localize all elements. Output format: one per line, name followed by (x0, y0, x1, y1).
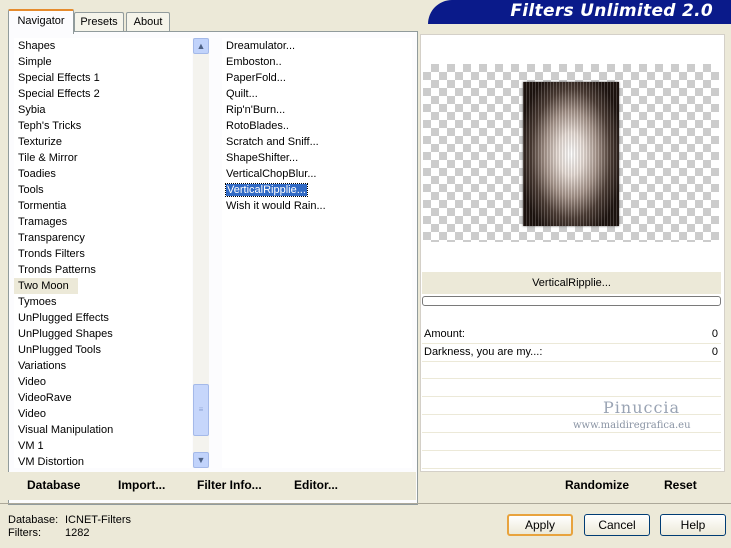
divider (0, 503, 731, 504)
filter-title: VerticalRipplie... (422, 272, 721, 294)
category-item[interactable]: Tramages (14, 214, 192, 230)
param-row-darkness[interactable]: Darkness, you are my...: 0 (422, 344, 721, 362)
param-value: 0 (711, 346, 718, 358)
category-item[interactable]: Toadies (14, 166, 192, 182)
app-title: Filters Unlimited 2.0 (510, 1, 713, 21)
filter-item-label: RotoBlades.. (226, 120, 289, 132)
watermark-name: Pinuccia (603, 398, 681, 417)
category-item[interactable]: UnPlugged Shapes (14, 326, 192, 342)
scroll-thumb[interactable]: ≡ (193, 384, 209, 436)
category-item[interactable]: Texturize (14, 134, 192, 150)
category-item[interactable]: VM 1 (14, 438, 192, 454)
filter-item[interactable]: VerticalChopBlur... (222, 166, 412, 182)
filter-item[interactable]: PaperFold... (222, 70, 412, 86)
filter-item-label: Emboston.. (226, 56, 282, 68)
scroll-down-button[interactable]: ▼ (193, 452, 209, 468)
scroll-up-button[interactable]: ▲ (193, 38, 209, 54)
import-button[interactable]: Import... (118, 478, 165, 492)
param-row-empty (422, 362, 721, 379)
param-label: Amount: (424, 328, 465, 340)
filter-item-label: Dreamulator... (226, 40, 296, 52)
cancel-button[interactable]: Cancel (584, 514, 650, 536)
category-item[interactable]: Tools (14, 182, 192, 198)
param-value: 0 (711, 328, 718, 340)
randomize-button[interactable]: Randomize (565, 478, 629, 492)
tab-navigator[interactable]: Navigator (8, 9, 74, 34)
filter-item[interactable]: Wish it would Rain... (222, 198, 412, 214)
tab-presets[interactable]: Presets (74, 12, 124, 32)
category-item[interactable]: Special Effects 1 (14, 70, 192, 86)
database-value: ICNET-Filters (65, 514, 131, 526)
database-button[interactable]: Database (27, 478, 80, 492)
category-scrollbar[interactable]: ▲ ≡ ▼ (193, 38, 209, 468)
apply-button[interactable]: Apply (507, 514, 573, 536)
category-item[interactable]: Visual Manipulation (14, 422, 192, 438)
filter-item-label: PaperFold... (226, 72, 286, 84)
param-row-empty (422, 452, 721, 469)
param-row-empty (422, 434, 721, 451)
filter-item-label: Rip'n'Burn... (226, 104, 286, 116)
category-item[interactable]: Tronds Patterns (14, 262, 192, 278)
database-label: Database: (8, 514, 59, 526)
category-item[interactable]: Variations (14, 358, 192, 374)
category-item[interactable]: UnPlugged Tools (14, 342, 192, 358)
category-item[interactable]: UnPlugged Effects (14, 310, 192, 326)
filter-item[interactable]: Quilt... (222, 86, 412, 102)
tab-about[interactable]: About (126, 12, 170, 32)
category-list[interactable]: Shapes Simple Special Effects 1 Special Eff… (14, 38, 192, 468)
filter-item-label: Quilt... (226, 88, 258, 100)
help-button[interactable]: Help (660, 514, 726, 536)
category-item[interactable]: Tile & Mirror (14, 150, 192, 166)
category-item[interactable]: Tymoes (14, 294, 192, 310)
param-row-empty (422, 380, 721, 397)
filter-item[interactable]: Rip'n'Burn... (222, 102, 412, 118)
filter-item[interactable]: VerticalRipplie... (222, 182, 412, 198)
preview-image (523, 82, 619, 226)
filters-count-label: Filters: (8, 527, 41, 539)
category-item[interactable]: Sybia (14, 102, 192, 118)
category-item[interactable]: Teph's Tricks (14, 118, 192, 134)
category-item[interactable]: Shapes (14, 38, 192, 54)
filter-item-label: ShapeShifter... (226, 152, 299, 164)
filter-item[interactable]: Emboston.. (222, 54, 412, 70)
category-item[interactable]: Video (14, 374, 192, 390)
category-item[interactable]: Two Moon (14, 278, 78, 294)
editor-button[interactable]: Editor... (294, 478, 338, 492)
category-item[interactable]: VM Distortion (14, 454, 192, 468)
filters-count-value: 1282 (65, 527, 90, 539)
filter-item[interactable]: ShapeShifter... (222, 150, 412, 166)
category-item[interactable]: Video (14, 406, 192, 422)
category-item[interactable]: Tormentia (14, 198, 192, 214)
category-item[interactable]: Tronds Filters (14, 246, 192, 262)
filter-item-label: VerticalRipplie... (225, 183, 308, 197)
reset-button[interactable]: Reset (664, 478, 697, 492)
progress-bar (422, 296, 721, 306)
filter-item-label: Wish it would Rain... (226, 200, 326, 212)
watermark-url: www.maidiregrafica.eu (573, 420, 691, 431)
filter-list[interactable]: Dreamulator... Emboston.. PaperFold... Quil… (222, 38, 412, 468)
param-row-amount[interactable]: Amount: 0 (422, 326, 721, 344)
filter-item-label: Scratch and Sniff... (226, 136, 319, 148)
category-item[interactable]: VideoRave (14, 390, 192, 406)
filter-item-label: VerticalChopBlur... (226, 168, 317, 180)
filter-item[interactable]: Dreamulator... (222, 38, 412, 54)
filter-item[interactable]: Scratch and Sniff... (222, 134, 412, 150)
category-item[interactable]: Simple (14, 54, 192, 70)
filter-item[interactable]: RotoBlades.. (222, 118, 412, 134)
param-label: Darkness, you are my...: (424, 346, 543, 358)
filter-info-button[interactable]: Filter Info... (197, 478, 262, 492)
header-banner: Filters Unlimited 2.0 (428, 0, 731, 24)
category-item[interactable]: Transparency (14, 230, 192, 246)
category-item[interactable]: Special Effects 2 (14, 86, 192, 102)
